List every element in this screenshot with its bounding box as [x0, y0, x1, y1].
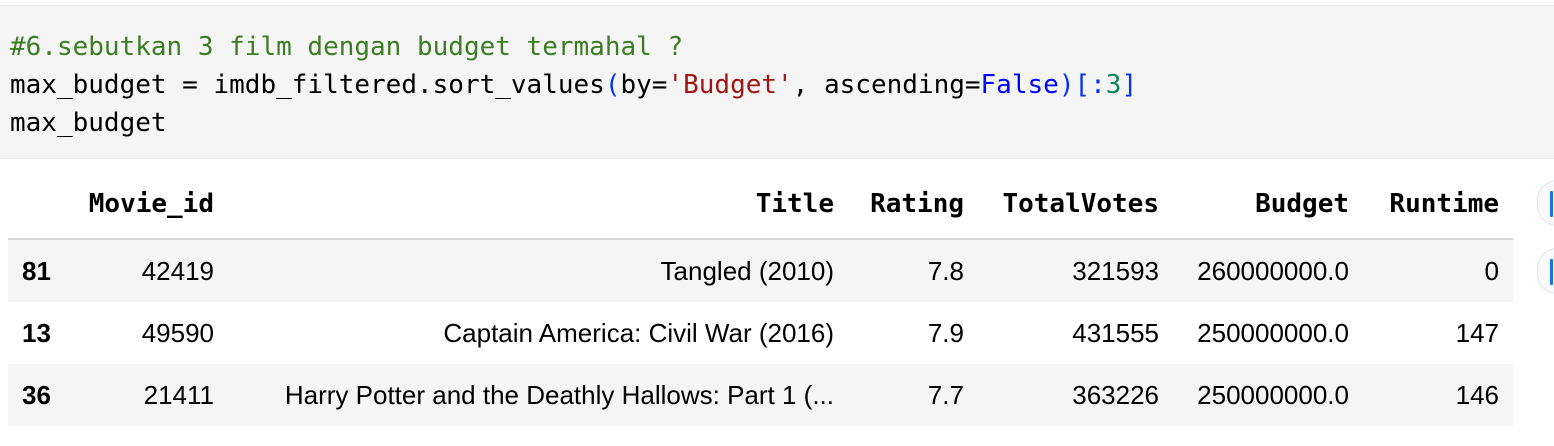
column-header-title: Title [228, 170, 848, 240]
row-index: 36 [22, 379, 51, 410]
output-action-button[interactable] [1537, 248, 1554, 294]
code-token: , ascending= [792, 70, 981, 100]
code-paren: ] [1121, 70, 1138, 100]
table-row: 36 21411 Harry Potter and the Deathly Ha… [8, 364, 1513, 426]
table-row: 13 49590 Captain America: Civil War (201… [8, 302, 1513, 364]
cell-output: Movie_id Title Rating TotalVotes Budget … [8, 170, 1513, 426]
cell-total-votes: 363226 [1072, 379, 1159, 410]
column-header-budget: Budget [1173, 170, 1363, 240]
column-header-rating: Rating [848, 170, 978, 240]
cell-runtime: 146 [1455, 379, 1499, 410]
cell-movie-id: 42419 [141, 255, 214, 286]
cell-rating: 7.8 [927, 255, 964, 286]
code-paren: ( [604, 70, 621, 100]
code-token: by= [620, 70, 668, 100]
cell-runtime: 0 [1484, 255, 1499, 286]
cell-rating: 7.7 [927, 379, 964, 410]
output-action-icon [1550, 259, 1553, 285]
code-comment: #6.sebutkan 3 film dengan budget termaha… [10, 32, 684, 62]
code-cell[interactable]: #6.sebutkan 3 film dengan budget termaha… [0, 5, 1554, 159]
cell-movie-id: 21411 [143, 379, 214, 410]
cell-runtime: 147 [1455, 317, 1499, 348]
cell-budget: 250000000.0 [1197, 317, 1349, 348]
table-row: 81 42419 Tangled (2010) 7.8 321593 26000… [8, 239, 1513, 302]
code-token: max_budget = imdb_filtered.sort_values [10, 70, 605, 100]
code-editor[interactable]: #6.sebutkan 3 film dengan budget termaha… [10, 28, 1137, 142]
dataframe-table: Movie_id Title Rating TotalVotes Budget … [8, 170, 1513, 426]
cell-total-votes: 431555 [1072, 317, 1159, 348]
column-header-movie-id: Movie_id [68, 170, 228, 240]
table-header-row: Movie_id Title Rating TotalVotes Budget … [8, 170, 1513, 240]
column-header-runtime: Runtime [1363, 170, 1513, 240]
cell-budget: 250000000.0 [1197, 379, 1349, 410]
cell-title: Tangled (2010) [660, 255, 834, 286]
cell-movie-id: 49590 [141, 317, 214, 348]
cell-total-votes: 321593 [1072, 255, 1159, 286]
cell-budget: 260000000.0 [1197, 255, 1349, 286]
row-index: 81 [22, 255, 51, 286]
cell-rating: 7.9 [927, 317, 964, 348]
cell-title: Captain America: Civil War (2016) [443, 317, 834, 348]
output-action-icon [1550, 191, 1553, 217]
cell-title: Harry Potter and the Deathly Hallows: Pa… [284, 379, 834, 410]
code-token: max_budget [10, 108, 167, 138]
code-string: 'Budget' [667, 70, 793, 100]
code-number: 3 [1105, 70, 1122, 100]
code-keyword: False [980, 70, 1059, 100]
row-index: 13 [22, 317, 51, 348]
column-header-index [8, 170, 68, 240]
column-header-total-votes: TotalVotes [978, 170, 1173, 240]
output-action-button[interactable] [1537, 180, 1554, 226]
code-paren: )[: [1058, 70, 1106, 100]
